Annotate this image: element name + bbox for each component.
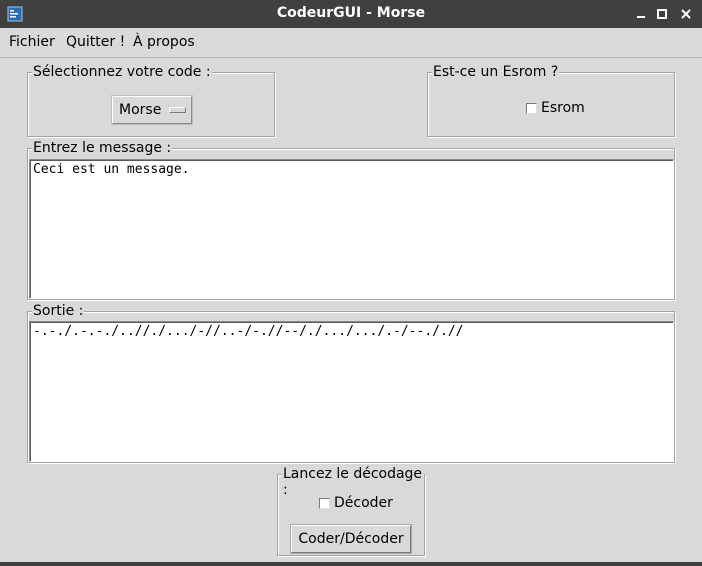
- menu-a-propos[interactable]: À propos: [133, 34, 195, 50]
- optionmenu-indicator-icon: [169, 107, 186, 113]
- title-bar[interactable]: CodeurGUI - Morse: [0, 0, 702, 28]
- esrom-checkbox-label: Esrom: [541, 100, 585, 116]
- esrom-group-label: Est-ce un Esrom ?: [432, 64, 560, 80]
- output-group: Sortie : -.-./.-.-./..//./.../-//..-/-./…: [27, 303, 675, 463]
- output-group-label: Sortie :: [32, 303, 85, 319]
- code-optionmenu-value: Morse: [119, 102, 162, 118]
- decode-group-label: Lancez le décodage :: [282, 466, 424, 498]
- decoder-checkbox-label: Décoder: [334, 495, 393, 511]
- menu-bar: Fichier Quitter ! À propos: [0, 28, 702, 58]
- menu-fichier[interactable]: Fichier: [9, 34, 55, 50]
- window-title: CodeurGUI - Morse: [276, 5, 426, 21]
- window-bottom-border: [0, 562, 702, 566]
- code-decode-button[interactable]: Coder/Décoder: [290, 524, 412, 554]
- esrom-checkbox[interactable]: Esrom: [526, 100, 585, 116]
- decoder-checkbox[interactable]: Décoder: [319, 495, 393, 511]
- esrom-checkbox-box[interactable]: [526, 102, 537, 114]
- decoder-checkbox-box[interactable]: [319, 497, 330, 509]
- output-textarea[interactable]: -.-./.-.-./..//./.../-//..-/-.//--/./...…: [29, 321, 674, 462]
- maximize-icon[interactable]: [654, 6, 670, 22]
- message-group-label: Entrez le message :: [32, 140, 173, 156]
- close-icon[interactable]: [678, 6, 694, 22]
- decode-group: Lancez le décodage : Décoder Coder/Décod…: [277, 466, 425, 556]
- menu-quitter[interactable]: Quitter !: [66, 34, 125, 50]
- code-select-group: Sélectionnez votre code : Morse: [27, 64, 275, 137]
- code-select-label: Sélectionnez votre code :: [32, 64, 212, 80]
- message-group: Entrez le message : Ceci est un message.: [27, 140, 675, 300]
- message-textarea[interactable]: Ceci est un message.: [29, 159, 674, 299]
- code-optionmenu[interactable]: Morse: [111, 95, 193, 125]
- minimize-icon[interactable]: [633, 6, 649, 22]
- esrom-group: Est-ce un Esrom ? Esrom: [427, 64, 675, 137]
